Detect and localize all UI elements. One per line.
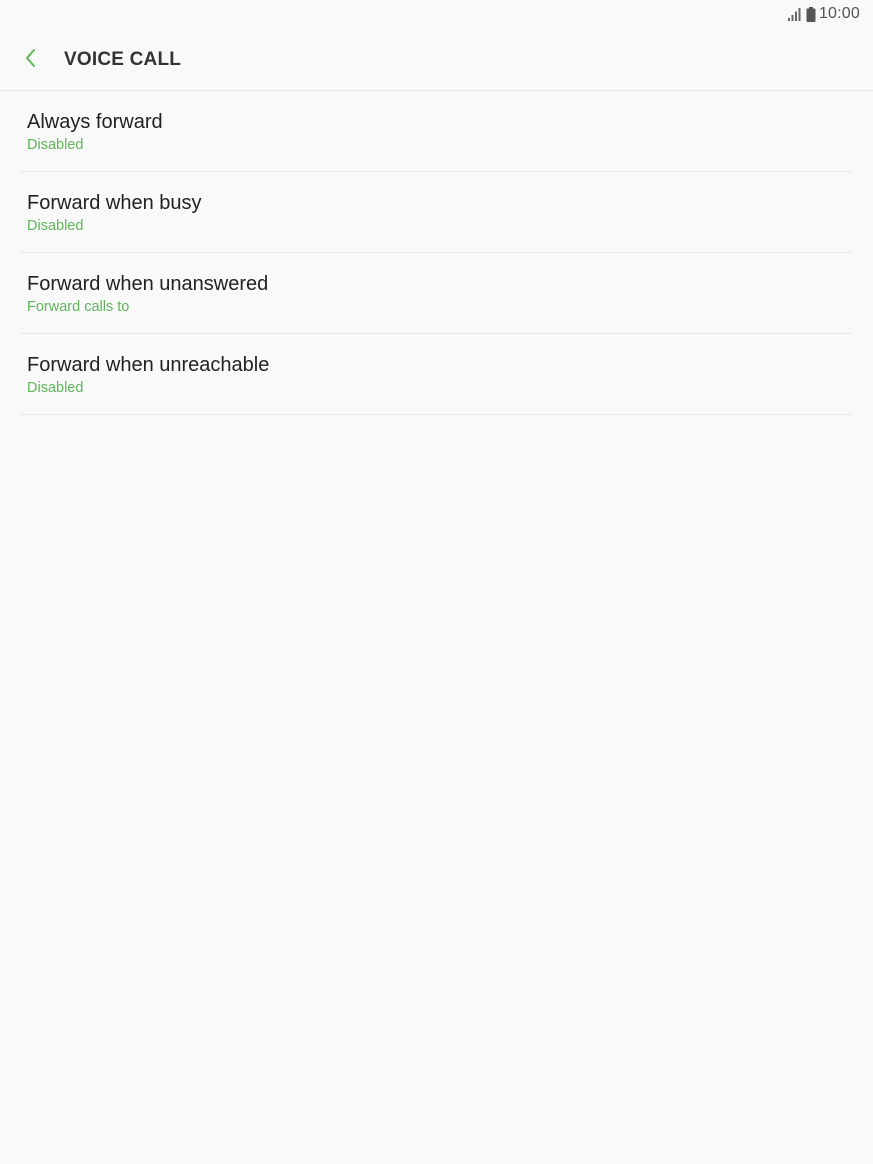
list-item-forward-when-unreachable[interactable]: Forward when unreachable Disabled: [20, 334, 852, 415]
app-bar: VOICE CALL: [0, 28, 873, 91]
status-bar: 10:00: [0, 0, 873, 28]
voice-call-screen: 10:00 VOICE CALL Always forward Disabled…: [0, 0, 873, 1164]
settings-list: Always forward Disabled Forward when bus…: [20, 91, 852, 415]
item-status: Disabled: [27, 218, 84, 234]
item-title: Always forward: [27, 111, 163, 133]
status-time: 10:00: [818, 5, 860, 22]
signal-icon: [787, 7, 803, 21]
status-indicators: 10:00: [787, 5, 860, 23]
item-status: Disabled: [27, 137, 84, 153]
item-title: Forward when unanswered: [27, 273, 269, 295]
list-item-forward-when-unanswered[interactable]: Forward when unanswered Forward calls to: [20, 253, 852, 334]
item-status: Disabled: [27, 380, 84, 396]
page-title: VOICE CALL: [64, 49, 182, 70]
back-button[interactable]: [14, 43, 48, 77]
chevron-left-icon: [24, 48, 38, 73]
item-title: Forward when busy: [27, 192, 202, 214]
list-item-forward-when-busy[interactable]: Forward when busy Disabled: [20, 172, 852, 253]
list-item-always-forward[interactable]: Always forward Disabled: [20, 91, 852, 172]
item-title: Forward when unreachable: [27, 354, 270, 376]
battery-icon: [806, 6, 816, 22]
item-status: Forward calls to: [27, 299, 130, 315]
